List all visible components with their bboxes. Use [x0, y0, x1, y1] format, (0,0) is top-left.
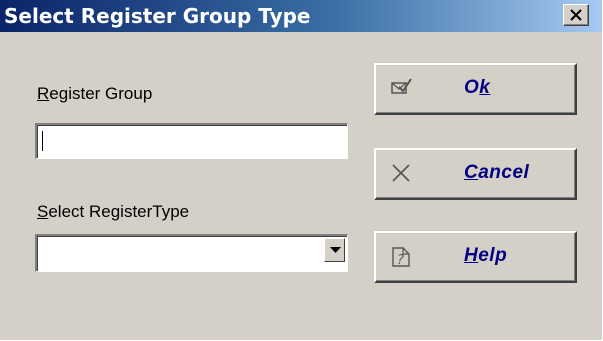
close-icon: [570, 9, 582, 21]
text-caret: [42, 131, 43, 151]
help-document-icon: ?: [392, 247, 410, 268]
ok-button[interactable]: Ok: [374, 63, 577, 115]
title-bar[interactable]: Select Register Group Type: [0, 0, 602, 32]
help-button[interactable]: ? Help: [374, 231, 577, 283]
register-type-dropdown-button[interactable]: [324, 238, 345, 262]
dialog-window: Select Register Group Type Register Grou…: [0, 0, 603, 341]
cancel-button[interactable]: Cancel: [374, 148, 577, 200]
register-type-select[interactable]: [35, 234, 348, 272]
close-button[interactable]: [563, 4, 589, 26]
chevron-down-icon: [330, 247, 341, 253]
register-group-label: Register Group: [37, 84, 153, 103]
cancel-button-label: Cancel: [464, 162, 530, 183]
ok-button-label: Ok: [464, 77, 491, 98]
register-type-label: Select RegisterType: [37, 202, 190, 221]
x-icon: [392, 164, 410, 182]
svg-text:?: ?: [397, 253, 404, 268]
register-group-input[interactable]: [35, 123, 348, 159]
window-title: Select Register Group Type: [4, 4, 311, 28]
help-button-label: Help: [464, 245, 508, 266]
checkmark-envelope-icon: [391, 78, 412, 94]
